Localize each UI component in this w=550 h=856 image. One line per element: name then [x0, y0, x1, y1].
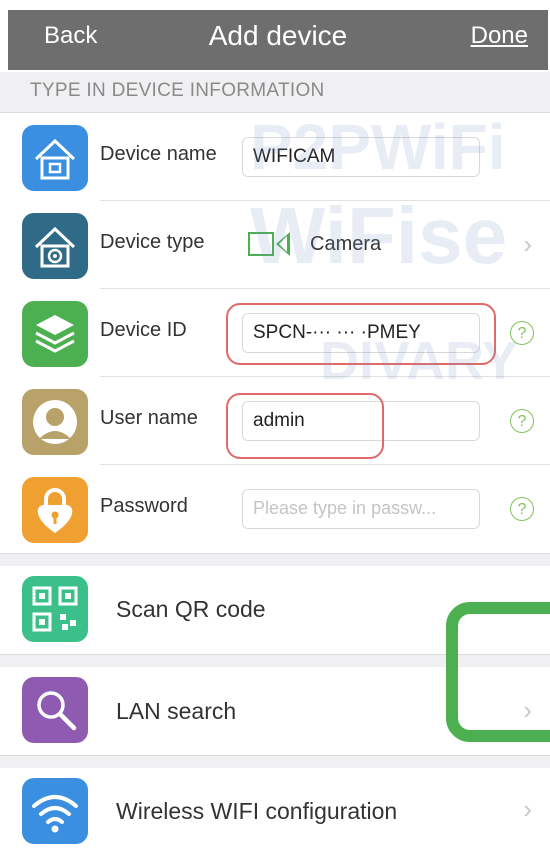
section-gap [0, 553, 550, 567]
device-type-value: Camera [310, 233, 382, 255]
camera-lens-inner [279, 236, 287, 252]
highlight-outline [226, 303, 496, 365]
password-placeholder: Please type in passw... [253, 498, 437, 518]
device-id-help-icon[interactable]: ? [510, 321, 534, 345]
device-name-value: WIFICAM [253, 146, 336, 167]
page-title: Add device [208, 20, 348, 51]
camera-icon [248, 232, 274, 256]
wifi-config-row[interactable]: Wireless WIFI configuration › [0, 768, 550, 856]
user-name-label: User name [100, 407, 198, 429]
section-gap [0, 755, 550, 769]
camera-house-icon [22, 213, 88, 279]
layers-icon [22, 301, 88, 367]
user-name-help-icon[interactable]: ? [510, 409, 534, 433]
lock-icon [22, 477, 88, 543]
house-icon [22, 125, 88, 191]
device-name-label: Device name [100, 143, 217, 165]
lan-search-label: LAN search [116, 698, 237, 724]
device-id-label: Device ID [100, 319, 187, 341]
scan-qr-label: Scan QR code [116, 596, 266, 622]
qr-code-icon [22, 576, 88, 642]
highlight-outline-green [446, 602, 550, 742]
password-field[interactable]: Please type in passw... [242, 489, 480, 529]
magnifier-icon [22, 677, 88, 743]
wifi-config-label: Wireless WIFI configuration [116, 798, 398, 824]
password-label: Password [100, 495, 188, 517]
device-name-row: Device name WIFICAM [0, 113, 550, 201]
highlight-outline [226, 393, 384, 459]
user-name-row: User name admin ? [0, 377, 550, 465]
section-header-label: TYPE IN DEVICE INFORMATION [30, 80, 325, 101]
chevron-right-icon: › [523, 794, 532, 824]
wifi-icon [22, 778, 88, 844]
section-header: TYPE IN DEVICE INFORMATION [0, 72, 550, 113]
password-help-icon[interactable]: ? [510, 497, 534, 521]
navigation-bar: Back Add device Done [8, 10, 548, 70]
done-button[interactable]: Done [471, 22, 528, 50]
top-bar: Back Add device Done [0, 0, 550, 72]
device-name-field[interactable]: WIFICAM [242, 137, 480, 177]
user-icon [22, 389, 88, 455]
device-type-row[interactable]: Device type Camera › [0, 201, 550, 289]
device-type-label: Device type [100, 231, 205, 253]
password-row: Password Please type in passw... ? [0, 465, 550, 553]
chevron-right-icon: › [523, 229, 532, 259]
device-id-row: Device ID SPCN-··· ··· ·PMEY ? [0, 289, 550, 377]
